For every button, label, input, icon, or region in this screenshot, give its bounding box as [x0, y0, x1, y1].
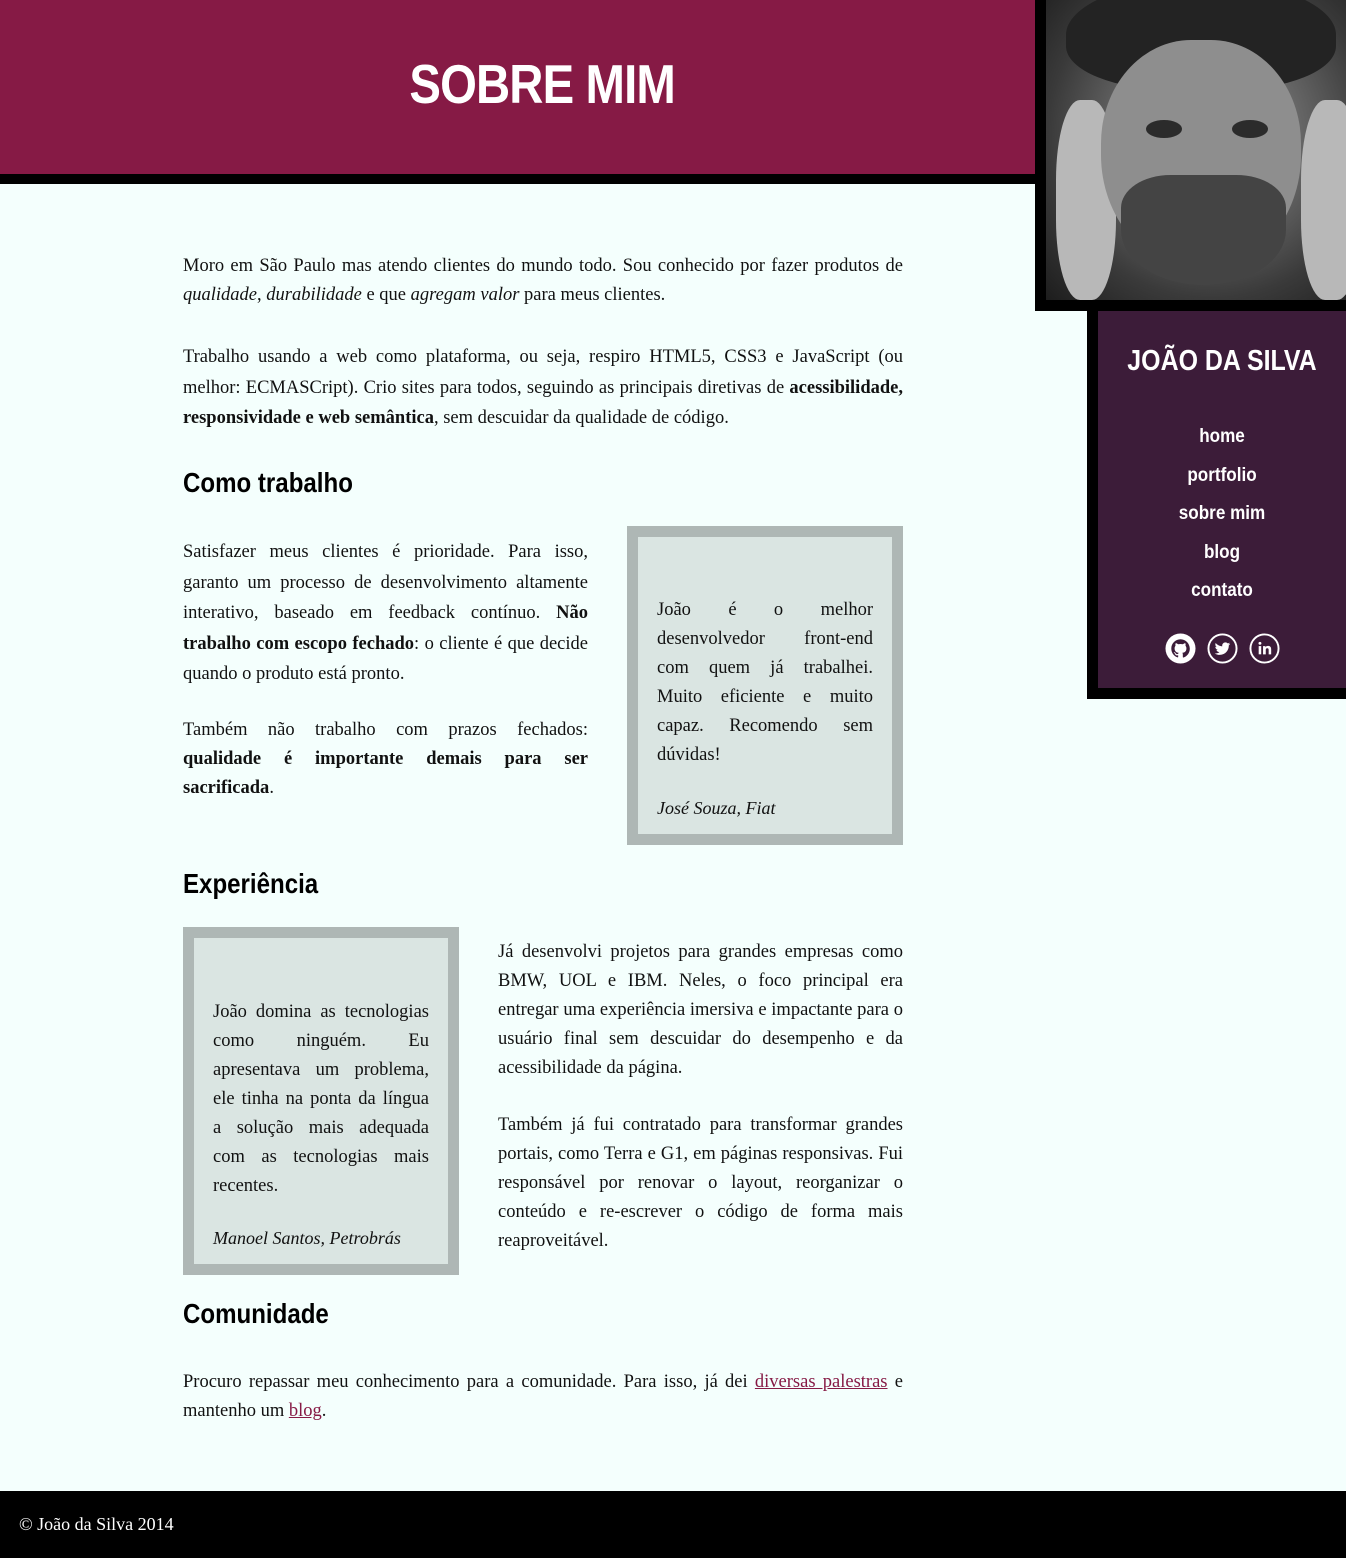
sidebar-panel: JOÃO DA SILVA home portfolio sobre mim b… — [1098, 311, 1346, 688]
heading-como-trabalho: Como trabalho — [183, 467, 353, 498]
site-name[interactable]: JOÃO DA SILVA — [1115, 345, 1328, 378]
palestras-link[interactable]: diversas palestras — [755, 1372, 888, 1392]
testimonial-quote: João domina as tecnologias como ninguém.… — [183, 927, 459, 1275]
social-links — [1098, 633, 1346, 664]
main-nav: home portfolio sobre mim blog contato — [1098, 425, 1346, 618]
github-icon[interactable] — [1164, 633, 1196, 664]
page-title: SOBRE MIM — [409, 53, 675, 115]
intro-paragraph-2: Trabalho usando a web como plataforma, o… — [183, 347, 903, 428]
nav-sobre-mim[interactable]: sobre mim — [1110, 502, 1333, 541]
testimonial-author: José Souza, Fiat — [657, 798, 776, 818]
nav-contato[interactable]: contato — [1110, 579, 1333, 618]
testimonial-text: João é o melhor desenvolvedor front-end … — [657, 600, 873, 765]
heading-experiencia: Experiência — [183, 868, 319, 899]
intro-paragraph-1: Moro em São Paulo mas atendo clientes do… — [183, 256, 903, 305]
sidebar: JOÃO DA SILVA home portfolio sobre mim b… — [1087, 311, 1346, 699]
nav-home[interactable]: home — [1110, 425, 1333, 464]
twitter-icon[interactable] — [1206, 633, 1238, 664]
experiencia-paragraph-1: Já desenvolvi projetos para grandes empr… — [498, 942, 903, 1078]
nav-portfolio[interactable]: portfolio — [1110, 464, 1333, 503]
como-trabalho-paragraph-2: Também não trabalho com prazos fechados:… — [183, 720, 588, 798]
copyright: © João da Silva 2014 — [19, 1514, 174, 1534]
nav-blog[interactable]: blog — [1110, 541, 1333, 580]
comunidade-paragraph: Procuro repassar meu conhecimento para a… — [183, 1372, 903, 1421]
linkedin-icon[interactable] — [1248, 633, 1280, 664]
page-footer: © João da Silva 2014 — [0, 1491, 1346, 1558]
page-header: SOBRE MIM — [0, 0, 1035, 184]
testimonial-quote: João é o melhor desenvolvedor front-end … — [627, 526, 903, 845]
testimonial-author: Manoel Santos, Petrobrás — [213, 1228, 401, 1248]
blog-link[interactable]: blog — [289, 1401, 322, 1421]
heading-comunidade: Comunidade — [183, 1298, 329, 1329]
profile-photo — [1046, 0, 1346, 300]
testimonial-text: João domina as tecnologias como ninguém.… — [213, 1002, 429, 1196]
profile-photo-frame — [1035, 0, 1346, 311]
experiencia-paragraph-2: Também já fui contratado para transforma… — [498, 1115, 903, 1251]
como-trabalho-paragraph-1: Satisfazer meus clientes é prioridade. P… — [183, 542, 588, 684]
